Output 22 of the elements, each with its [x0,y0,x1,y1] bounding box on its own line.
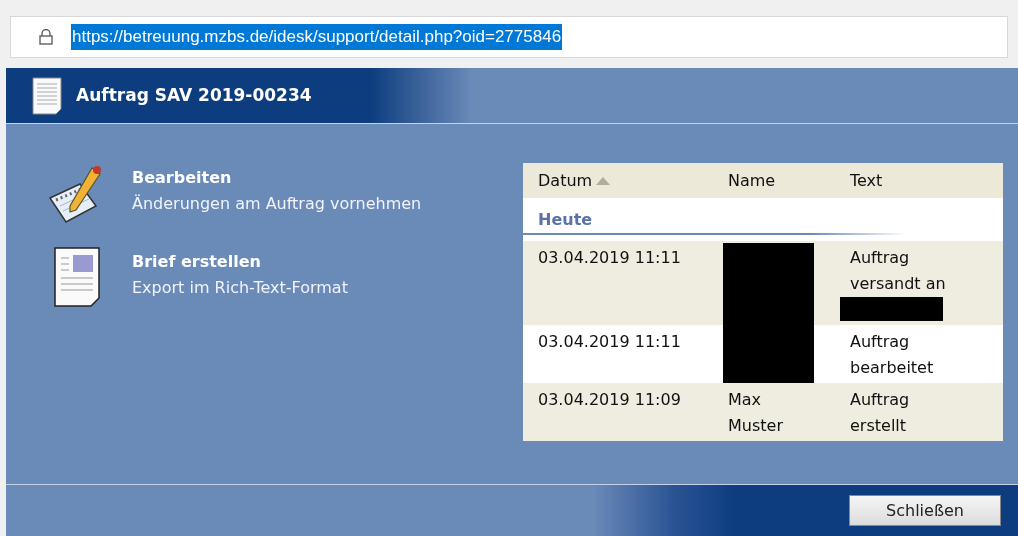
column-header[interactable]: Text [850,167,1003,194]
table-cell-text: Auftrag bearbeitet [850,331,935,379]
table-cell-text: 03.04.2019 11:11 [537,331,682,353]
action-link[interactable]: Bearbeiten [132,165,422,191]
action-description: Änderungen am Auftrag vornehmen [132,193,422,215]
column-header[interactable]: Name [728,167,850,194]
document-icon [32,76,62,115]
address-bar[interactable]: https://betreuung.mzbs.de/idesk/support/detail.php?oid=2775846 [10,16,1008,58]
table-cell-text: 03.04.2019 11:11 [537,247,682,269]
action-link[interactable]: Brief erstellen [132,249,348,275]
table-cell-text: Auftrag erstellt [850,389,911,437]
table-cell-text: Auftrag versandt an [850,247,947,295]
document-icon [53,246,103,308]
table-cell-text: Max Muster [728,389,784,437]
table-cell-text: 03.04.2019 11:09 [537,389,682,411]
close-button[interactable]: Schließen [849,495,1001,526]
url-text: https://betreuung.mzbs.de/idesk/support/detail.php?oid=2775846 [71,24,563,50]
action-description: Export im Rich-Text-Format [132,277,348,299]
group-label: Heute [537,209,594,231]
column-header[interactable]: Datum [523,167,728,194]
window-title: Auftrag SAV 2019-00234 [76,83,312,107]
lock-icon [39,29,53,45]
